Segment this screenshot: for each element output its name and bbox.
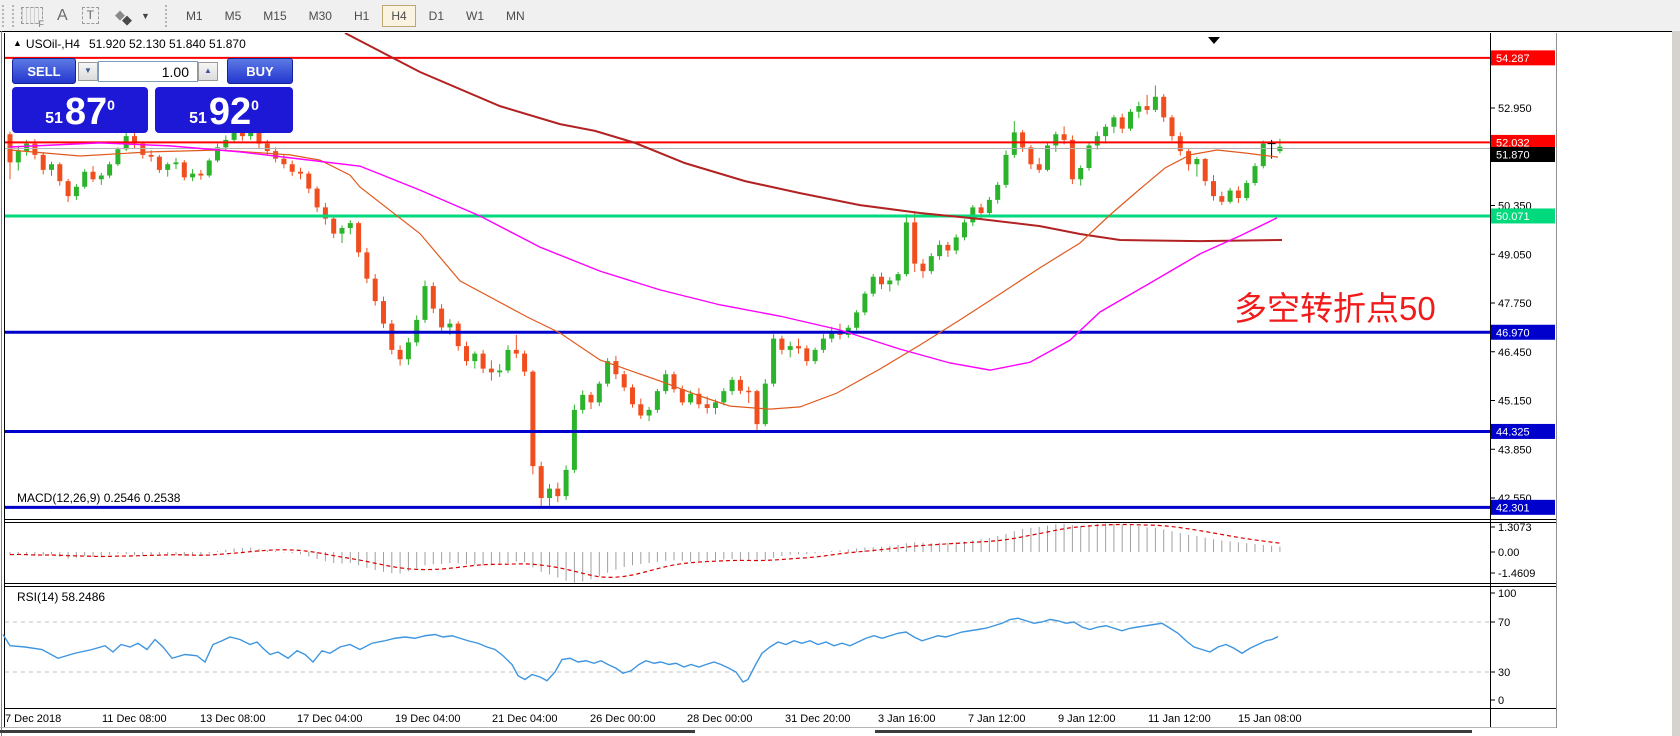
terminal-window: 52.95051.65050.35049.05047.75046.45045.1…: [0, 0, 1680, 736]
svg-text:52.950: 52.950: [1498, 103, 1532, 115]
timeframe-button-m5[interactable]: M5: [216, 5, 251, 27]
svg-text:100: 100: [1498, 588, 1516, 600]
volume-decrease-button[interactable]: ▼: [78, 62, 98, 81]
text-tool-button[interactable]: T: [81, 7, 100, 24]
buy-price-tile[interactable]: 51 92 0: [155, 87, 293, 133]
svg-text:0.00: 0.00: [1498, 547, 1519, 559]
svg-text:21 Dec 04:00: 21 Dec 04:00: [492, 713, 557, 725]
date-axis[interactable]: 7 Dec 2018 11 Dec 08:00 13 Dec 08:00 17 Dec…: [5, 713, 1302, 725]
arrow-down-icon: ▼: [84, 66, 92, 75]
collapse-triangle-icon[interactable]: ▲: [13, 38, 22, 48]
svg-text:70: 70: [1498, 617, 1510, 629]
svg-text:47.750: 47.750: [1498, 298, 1532, 310]
sell-price-sup: 0: [107, 97, 115, 113]
svg-text:49.050: 49.050: [1498, 249, 1532, 261]
chart-text-annotation: 多空转折点50: [1234, 290, 1436, 327]
svg-text:30: 30: [1498, 667, 1510, 679]
chevron-down-icon: ▼: [141, 10, 150, 21]
timeframe-button-m1[interactable]: M1: [177, 5, 212, 27]
svg-text:15 Jan 08:00: 15 Jan 08:00: [1238, 713, 1302, 725]
svg-text:51.870: 51.870: [1496, 150, 1530, 162]
chart-shift-marker: [1208, 37, 1220, 44]
svg-text:46.970: 46.970: [1496, 327, 1530, 339]
svg-text:9 Jan 12:00: 9 Jan 12:00: [1058, 713, 1116, 725]
svg-text:-1.4609: -1.4609: [1498, 568, 1535, 580]
grid-f-icon: F: [21, 7, 44, 29]
timeframe-button-w1[interactable]: W1: [457, 5, 493, 27]
shapes-icon: ◆ ◆: [115, 6, 133, 27]
arrow-up-icon: ▲: [204, 66, 212, 75]
svg-text:11 Jan 12:00: 11 Jan 12:00: [1148, 713, 1211, 725]
timeframe-button-mn[interactable]: MN: [497, 5, 534, 27]
svg-text:26 Dec 00:00: 26 Dec 00:00: [590, 713, 655, 725]
rsi-indicator-label: RSI(14) 58.2486: [17, 590, 106, 604]
sell-price-tile[interactable]: 51 87 0: [12, 87, 148, 133]
timeframe-button-h1[interactable]: H1: [345, 5, 378, 27]
fractal-grid-button[interactable]: F: [21, 7, 44, 29]
timeframe-button-d1[interactable]: D1: [420, 5, 453, 27]
svg-text:46.450: 46.450: [1498, 347, 1532, 359]
svg-text:31 Dec 20:00: 31 Dec 20:00: [785, 713, 850, 725]
svg-text:28 Dec 00:00: 28 Dec 00:00: [687, 713, 752, 725]
macd-indicator-label: MACD(12,26,9) 0.2546 0.2538: [17, 491, 181, 505]
rsi-pane: [2, 617, 1490, 683]
svg-text:50.071: 50.071: [1496, 211, 1530, 223]
svg-text:13 Dec 08:00: 13 Dec 08:00: [200, 713, 265, 725]
text-tool-icon: T: [81, 7, 100, 24]
svg-text:45.150: 45.150: [1498, 396, 1532, 408]
svg-text:1.3073: 1.3073: [1498, 522, 1532, 534]
svg-text:43.850: 43.850: [1498, 444, 1532, 456]
toolbar-separator: [164, 4, 167, 27]
one-click-trading-panel: SELL ▼ ▲ BUY 51 87 0 51 92 0: [12, 58, 293, 133]
sell-price-big: 87: [64, 91, 108, 133]
sell-button[interactable]: SELL: [12, 58, 76, 84]
timeframe-button-m15[interactable]: M15: [254, 5, 295, 27]
svg-text:42.301: 42.301: [1496, 502, 1530, 514]
svg-text:11 Dec 08:00: 11 Dec 08:00: [102, 713, 167, 725]
ohlc-values: 51.920 52.130 51.840 51.870: [88, 37, 246, 51]
svg-text:3 Jan 16:00: 3 Jan 16:00: [878, 713, 936, 725]
svg-text:19 Dec 04:00: 19 Dec 04:00: [395, 713, 460, 725]
timeframe-button-m30[interactable]: M30: [300, 5, 341, 27]
buy-price-sup: 0: [251, 97, 259, 113]
symbol-label: USOil-,H4: [25, 37, 80, 51]
toolbar: F A T ◆ ◆ ▼ M1 M5 M15 M30 H1 H4 D1 W1 MN: [0, 0, 1680, 31]
volume-input[interactable]: [98, 61, 198, 82]
sell-price-prefix: 51: [45, 110, 63, 127]
svg-text:0: 0: [1498, 695, 1504, 707]
svg-text:7 Dec 2018: 7 Dec 2018: [5, 713, 61, 725]
svg-text:54.287: 54.287: [1496, 53, 1530, 65]
shapes-button[interactable]: ◆ ◆ ▼: [113, 6, 150, 27]
macd-pane: [9, 523, 1281, 583]
font-button[interactable]: A: [57, 7, 68, 25]
svg-text:7 Jan 12:00: 7 Jan 12:00: [968, 713, 1026, 725]
chart-title: ▲ USOil-,H4 51.920 52.130 51.840 51.870: [13, 37, 246, 51]
svg-text:44.325: 44.325: [1496, 426, 1530, 438]
toolbar-grip[interactable]: [2, 4, 14, 27]
volume-increase-button[interactable]: ▲: [198, 62, 218, 81]
letter-a-icon: A: [57, 6, 68, 24]
price-axis[interactable]: 52.95051.65050.35049.05047.75046.45045.1…: [1491, 50, 1555, 707]
buy-price-big: 92: [208, 91, 252, 133]
buy-price-prefix: 51: [189, 110, 207, 127]
buy-button[interactable]: BUY: [227, 58, 293, 84]
svg-text:17 Dec 04:00: 17 Dec 04:00: [297, 713, 362, 725]
timeframe-button-h4[interactable]: H4: [382, 4, 416, 27]
